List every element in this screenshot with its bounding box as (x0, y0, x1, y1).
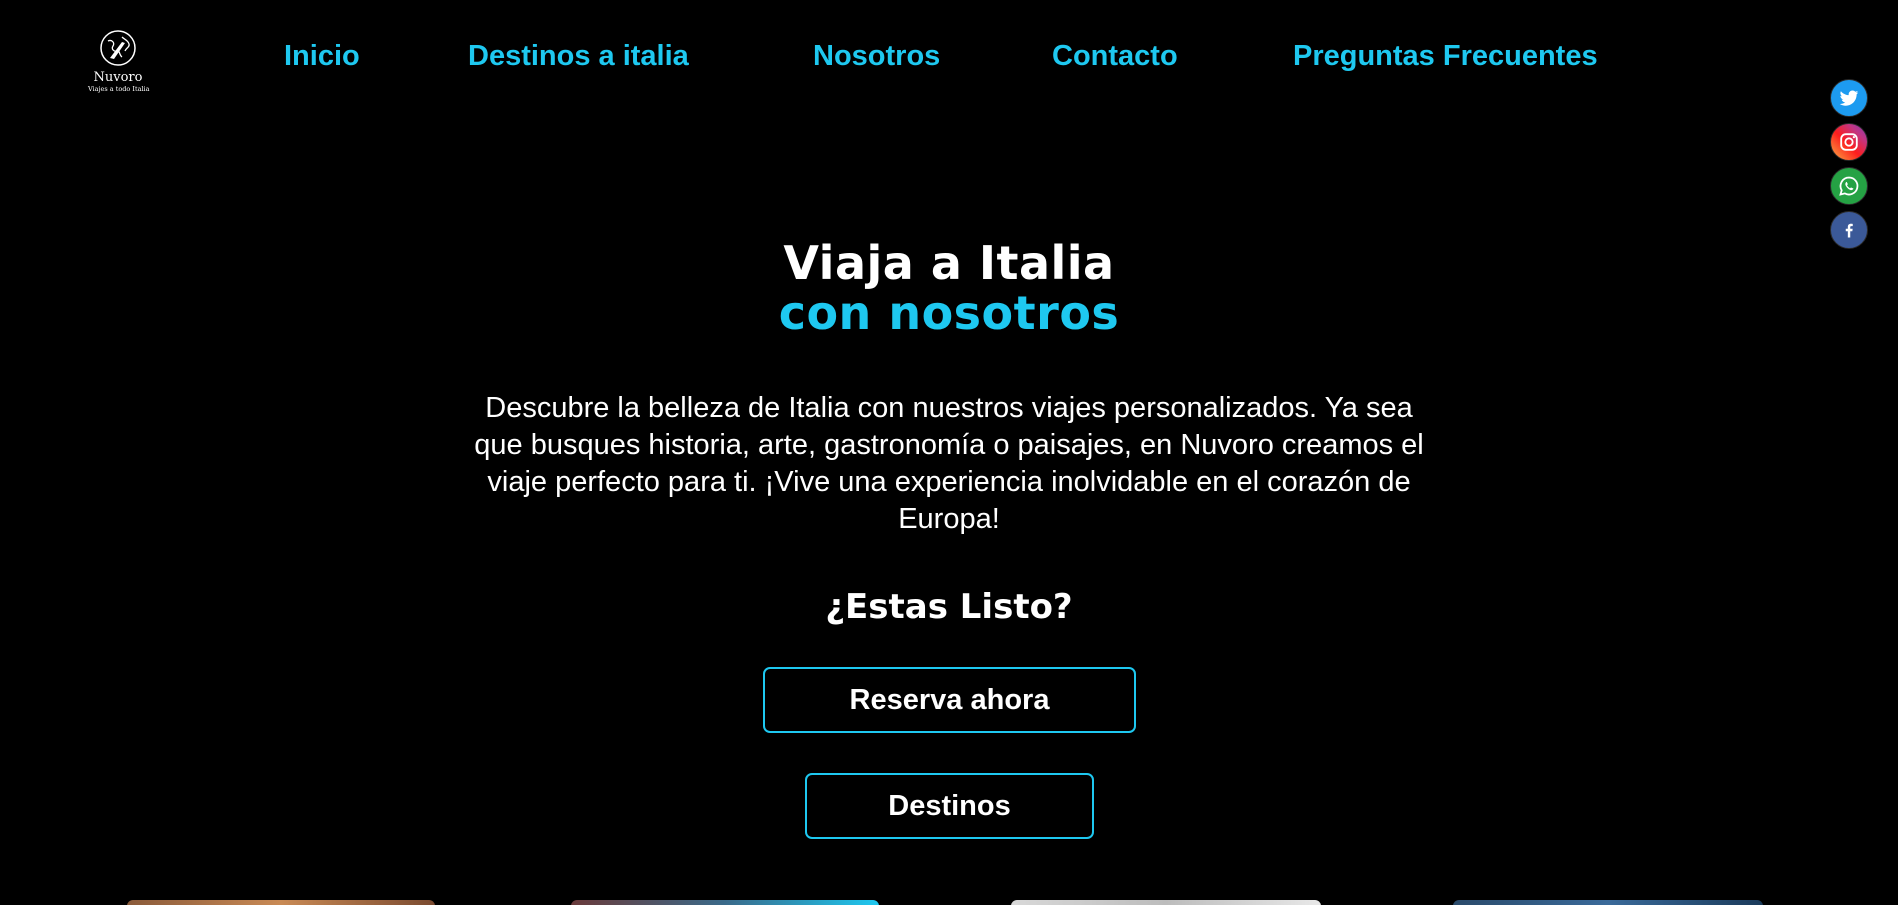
hero-title: Viaja a Italia con nosotros (0, 238, 1898, 338)
destination-card[interactable] (571, 900, 879, 905)
destination-card[interactable] (1453, 900, 1763, 905)
destination-card[interactable] (127, 900, 435, 905)
nav-link-preguntas[interactable]: Preguntas Frecuentes (1293, 36, 1598, 76)
destinations-button[interactable]: Destinos (805, 773, 1094, 839)
ready-heading: ¿Estas Listo? (825, 587, 1073, 627)
hero-title-line2: con nosotros (778, 286, 1120, 340)
nav-link-contacto[interactable]: Contacto (1052, 36, 1178, 76)
page: Nuvoro Viajes a todo Italia Inicio Desti… (0, 0, 1898, 905)
reserve-button[interactable]: Reserva ahora (763, 667, 1136, 733)
hero-description: Descubre la belleza de Italia con nuestr… (474, 392, 1424, 535)
instagram-icon (1840, 133, 1858, 151)
destination-card[interactable] (1011, 900, 1321, 905)
social-links (1830, 79, 1868, 255)
facebook-icon (1845, 223, 1853, 238)
whatsapp-icon (1839, 176, 1859, 196)
main-nav: Inicio Destinos a italia Nosotros Contac… (0, 36, 1898, 76)
brand-tagline: Viajes a todo Italia (88, 85, 150, 93)
whatsapp-button[interactable] (1830, 167, 1868, 205)
hero-title-line1: Viaja a Italia (783, 236, 1115, 290)
nav-link-destinos[interactable]: Destinos a italia (468, 36, 689, 76)
nav-link-inicio[interactable]: Inicio (284, 36, 360, 76)
nav-link-nosotros[interactable]: Nosotros (813, 36, 940, 76)
twitter-icon (1839, 90, 1859, 106)
twitter-button[interactable] (1830, 79, 1868, 117)
instagram-button[interactable] (1830, 123, 1868, 161)
